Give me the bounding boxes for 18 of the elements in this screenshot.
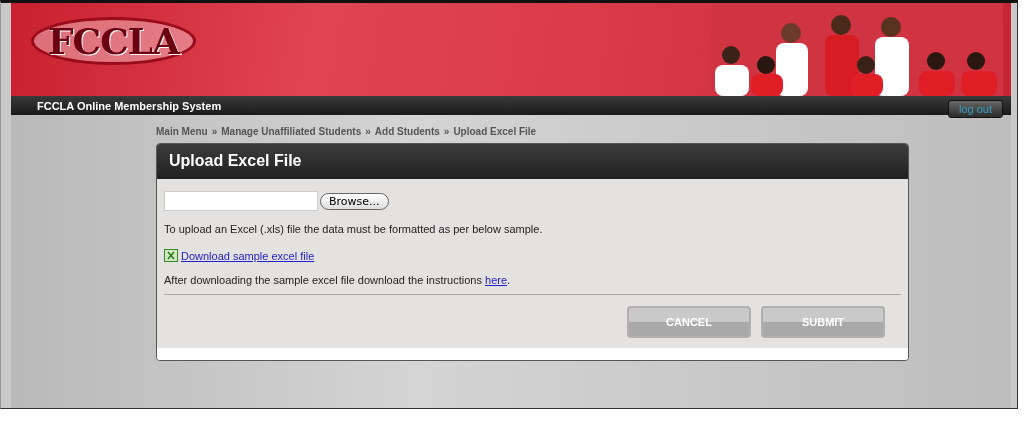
instructions-text: To upload an Excel (.xls) file the data must be formatted as per below sample. [164,223,544,235]
breadcrumb-link[interactable]: Add Students [374,125,440,137]
breadcrumb-link[interactable]: Main Menu [156,125,208,137]
browse-button[interactable]: Browse... [320,192,389,210]
breadcrumb-separator: » [443,125,450,137]
download-link[interactable]: Download sample excel file [181,249,315,262]
breadcrumb-separator: » [211,125,218,137]
after-text: After downloading the sample excel file download the instructions here. [164,274,512,286]
here-link[interactable]: here [485,274,508,286]
breadcrumb-link[interactable]: Upload Excel File [453,125,537,137]
breadcrumb-link[interactable]: Manage Unaffiliated Students [221,125,362,137]
panel-title: Upload Excel File [157,144,908,179]
file-field[interactable] [164,191,318,211]
site-title: FCCLA Online Membership System [37,99,222,112]
logout-button[interactable]: log out [947,99,1003,118]
spreadsheet-icon [164,249,178,262]
breadcrumb-separator: » [365,125,371,137]
logo: FCCLA [31,17,197,65]
